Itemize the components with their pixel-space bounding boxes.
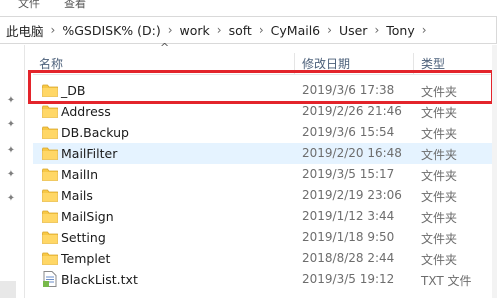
column-divider[interactable] [294,53,295,75]
breadcrumb-separator-icon[interactable]: › [51,23,56,37]
file-row[interactable]: Templet 2018/8/28 2:44 文件夹 [33,248,497,269]
breadcrumb-separator-icon[interactable]: › [217,23,222,37]
menu-strip: 文件 查看 [0,0,497,10]
file-name: Templet [61,251,111,266]
file-type: TXT 文件 [421,274,472,288]
file-name: DB.Backup [61,125,129,140]
file-row[interactable]: MailIn 2019/3/5 15:17 文件夹 [33,164,497,185]
file-type: 文件夹 [421,106,458,120]
column-divider[interactable] [413,53,414,75]
file-type: 文件夹 [421,169,458,183]
file-row[interactable]: _DB 2019/3/6 17:38 文件夹 [33,80,497,101]
breadcrumb-tony[interactable]: Tony [386,23,414,38]
file-name: BlackList.txt [61,272,138,287]
breadcrumb-separator-icon[interactable]: › [259,23,264,37]
folder-icon [42,189,58,202]
breadcrumb-this-pc[interactable]: 此电脑 [6,21,44,40]
breadcrumb-separator-icon[interactable]: › [168,23,173,37]
folder-icon [42,105,58,118]
file-modified-date: 2019/3/6 15:54 [302,125,395,139]
file-row[interactable]: DB.Backup 2019/3/6 15:54 文件夹 [33,122,497,143]
file-modified-date: 2019/1/12 3:44 [302,209,395,223]
text-file-icon [43,271,59,287]
file-type: 文件夹 [421,148,458,162]
file-row[interactable]: MailFilter 2019/2/20 16:48 文件夹 [33,143,497,164]
pin-icon[interactable]: ✦ [6,95,16,107]
navigation-pane: ✦ ✦ ✦ ✦ ✦ [0,45,25,298]
nav-pane-scrollbar[interactable] [0,281,16,298]
folder-icon [42,231,58,244]
file-modified-date: 2019/1/18 9:50 [302,230,395,244]
column-header-type[interactable]: 类型 [421,55,445,72]
breadcrumb-separator-icon[interactable]: › [422,23,427,37]
folder-icon [42,126,58,139]
column-header-row: 名称 修改日期 类型 [33,53,497,75]
address-bar[interactable]: 此电脑 › %GSDISK% (D:) › work › soft › CyMa… [0,16,497,44]
breadcrumb-drive-d[interactable]: %GSDISK% (D:) [62,23,160,38]
file-type: 文件夹 [421,232,458,246]
vertical-scrollbar[interactable] [492,45,497,298]
file-name: MailIn [61,167,98,182]
file-modified-date: 2019/2/26 21:46 [302,104,402,118]
file-row[interactable]: Mails 2019/2/19 23:06 文件夹 [33,185,497,206]
file-modified-date: 2019/2/19 23:06 [302,188,402,202]
file-row[interactable]: Address 2019/2/26 21:46 文件夹 [33,101,497,122]
folder-icon [42,147,58,160]
folder-icon [42,168,58,181]
breadcrumb-separator-icon[interactable]: › [374,23,379,37]
folder-icon [42,210,58,223]
file-name: MailFilter [61,146,118,161]
file-name: Setting [61,230,106,245]
pin-icon[interactable]: ✦ [6,119,16,131]
breadcrumb-cymail6[interactable]: CyMail6 [271,23,320,38]
pin-icon[interactable]: ✦ [6,169,16,181]
file-row[interactable]: BlackList.txt 2019/3/5 19:12 TXT 文件 [33,269,497,290]
breadcrumb-work[interactable]: work [180,23,210,38]
file-name: Address [61,104,111,119]
folder-icon [42,252,58,265]
column-header-name[interactable]: 名称 [39,55,63,72]
file-row[interactable]: MailSign 2019/1/12 3:44 文件夹 [33,206,497,227]
file-type: 文件夹 [421,85,458,99]
file-type: 文件夹 [421,127,458,141]
file-type: 文件夹 [421,211,458,225]
menu-item-view[interactable]: 查看 [64,0,86,10]
file-modified-date: 2019/3/5 15:17 [302,167,395,181]
file-list: ^ 名称 修改日期 类型 _DB 2019/3/6 17:38 文件夹 Address… [33,41,497,298]
breadcrumb-user[interactable]: User [339,23,368,38]
file-modified-date: 2019/3/5 19:12 [302,272,395,286]
file-type: 文件夹 [421,190,458,204]
file-name: _DB [61,83,86,98]
file-modified-date: 2018/8/28 2:44 [302,251,395,265]
file-row[interactable]: Setting 2019/1/18 9:50 文件夹 [33,227,497,248]
file-modified-date: 2019/3/6 17:38 [302,83,395,97]
breadcrumb-separator-icon[interactable]: › [327,23,332,37]
file-name: Mails [61,188,93,203]
file-type: 文件夹 [421,253,458,267]
column-header-date[interactable]: 修改日期 [302,55,350,72]
file-name: MailSign [61,209,114,224]
menu-item-file[interactable]: 文件 [18,0,40,10]
folder-icon [42,84,58,97]
breadcrumb-soft[interactable]: soft [229,23,252,38]
pin-icon[interactable]: ✦ [6,145,16,157]
file-modified-date: 2019/2/20 16:48 [302,146,402,160]
pin-icon[interactable]: ✦ [6,193,16,205]
